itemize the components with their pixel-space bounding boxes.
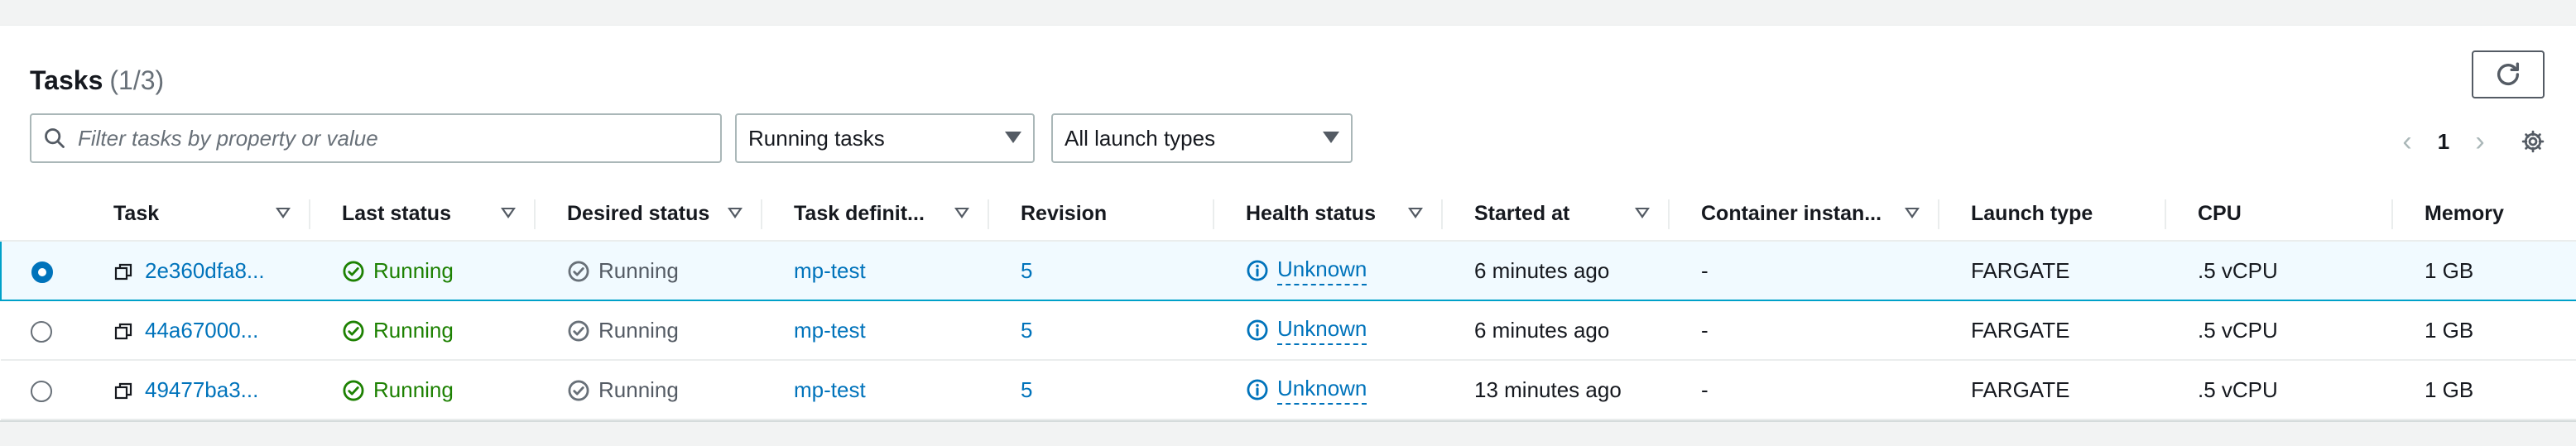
desired-status: Running: [567, 318, 679, 343]
memory: 1 GB: [2391, 240, 2576, 301]
desired-status: Running: [567, 258, 679, 284]
last-status: Running: [342, 377, 454, 403]
current-page[interactable]: 1: [2427, 129, 2460, 155]
search-icon: [45, 128, 65, 148]
chevron-right-icon[interactable]: ›: [2460, 126, 2500, 158]
column-header-task-definition[interactable]: Task definit...: [761, 188, 988, 242]
column-header-desired-status[interactable]: Desired status: [534, 188, 761, 242]
table-row[interactable]: 49477ba3... Running Running mp-test 5 Un…: [1, 360, 2576, 420]
pagination: ‹ 1 ›: [2387, 123, 2551, 160]
memory: 1 GB: [2391, 360, 2576, 420]
task-id-link[interactable]: 44a67000...: [145, 318, 258, 343]
caret-down-icon: [1323, 132, 1339, 143]
column-header-started-at[interactable]: Started at: [1441, 188, 1668, 242]
task-id-link[interactable]: 2e360dfa8...: [145, 258, 265, 283]
started-at: 13 minutes ago: [1441, 360, 1668, 420]
sort-icon[interactable]: [1905, 208, 1920, 218]
info-icon: [1247, 319, 1268, 341]
cpu: .5 vCPU: [2165, 300, 2391, 361]
sort-icon[interactable]: [728, 208, 743, 218]
container-instance: -: [1668, 360, 1938, 420]
page-title: Tasks: [30, 65, 103, 95]
cpu: .5 vCPU: [2165, 240, 2391, 301]
select-column-header: [1, 188, 80, 242]
last-status: Running: [342, 318, 454, 343]
health-status[interactable]: Unknown: [1246, 376, 1367, 405]
info-icon: [1247, 260, 1268, 281]
sort-icon[interactable]: [1408, 208, 1423, 218]
tasks-table: Task Last status Desired status Task def…: [0, 188, 2576, 420]
column-header-memory: Memory: [2391, 188, 2576, 242]
desired-status: Running: [567, 377, 679, 403]
revision-link[interactable]: 5: [1021, 318, 1032, 343]
column-header-task[interactable]: Task: [80, 188, 309, 242]
started-at: 6 minutes ago: [1441, 300, 1668, 361]
health-status[interactable]: Unknown: [1246, 316, 1367, 345]
copy-icon[interactable]: [113, 381, 133, 401]
memory: 1 GB: [2391, 300, 2576, 361]
sort-icon[interactable]: [1635, 208, 1650, 218]
sort-icon[interactable]: [954, 208, 969, 218]
column-header-last-status[interactable]: Last status: [309, 188, 534, 242]
row-select-radio[interactable]: [31, 380, 52, 402]
refresh-icon: [2497, 62, 2520, 85]
table-header-row: Task Last status Desired status Task def…: [1, 188, 2576, 242]
caret-down-icon: [1005, 132, 1021, 143]
panel-header: Tasks (1/3): [30, 55, 164, 105]
launch-type: FARGATE: [1938, 300, 2165, 361]
column-header-cpu: CPU: [2165, 188, 2391, 242]
column-header-revision: Revision: [988, 188, 1213, 242]
check-circle-icon: [568, 320, 589, 342]
check-circle-icon: [568, 380, 589, 401]
status-filter-value: Running tasks: [748, 125, 885, 151]
started-at: 6 minutes ago: [1441, 240, 1668, 301]
container-instance: -: [1668, 300, 1938, 361]
column-header-launch-type: Launch type: [1938, 188, 2165, 242]
check-circle-icon: [343, 320, 364, 342]
launch-type-value: All launch types: [1065, 125, 1216, 151]
table-row[interactable]: 44a67000... Running Running mp-test 5 Un…: [1, 300, 2576, 361]
sort-icon[interactable]: [501, 208, 516, 218]
row-select-radio[interactable]: [31, 320, 52, 343]
check-circle-icon: [343, 261, 364, 282]
cpu: .5 vCPU: [2165, 360, 2391, 420]
task-id-link[interactable]: 49477ba3...: [145, 377, 258, 402]
last-status: Running: [342, 258, 454, 284]
sort-icon[interactable]: [276, 208, 291, 218]
tasks-panel: Tasks (1/3) Running tasks All launch typ…: [0, 25, 2576, 422]
column-header-health-status[interactable]: Health status: [1213, 188, 1441, 242]
search-input[interactable]: [78, 125, 707, 151]
task-definition-link[interactable]: mp-test: [794, 318, 866, 343]
launch-type: FARGATE: [1938, 360, 2165, 420]
revision-link[interactable]: 5: [1021, 377, 1032, 402]
task-definition-link[interactable]: mp-test: [794, 258, 866, 283]
copy-icon[interactable]: [113, 322, 133, 342]
check-circle-icon: [343, 380, 364, 401]
info-icon: [1247, 379, 1268, 400]
container-instance: -: [1668, 240, 1938, 301]
revision-link[interactable]: 5: [1021, 258, 1032, 283]
gear-icon[interactable]: [2515, 123, 2551, 160]
task-definition-link[interactable]: mp-test: [794, 377, 866, 402]
table-row[interactable]: 2e360dfa8... Running Running mp-test 5 U…: [0, 240, 2576, 301]
selection-count: (1/3): [109, 65, 165, 95]
search-box[interactable]: [30, 113, 722, 163]
status-filter-select[interactable]: Running tasks: [735, 113, 1035, 163]
chevron-left-icon[interactable]: ‹: [2387, 126, 2427, 158]
health-status[interactable]: Unknown: [1246, 257, 1367, 285]
column-header-container-instance[interactable]: Container instan...: [1668, 188, 1938, 242]
check-circle-icon: [568, 261, 589, 282]
refresh-button[interactable]: [2472, 50, 2545, 98]
row-select-radio[interactable]: [31, 261, 53, 283]
launch-type: FARGATE: [1938, 240, 2165, 301]
copy-icon[interactable]: [113, 262, 133, 282]
filter-toolbar: Running tasks All launch types: [30, 113, 2546, 163]
launch-type-select[interactable]: All launch types: [1051, 113, 1353, 163]
